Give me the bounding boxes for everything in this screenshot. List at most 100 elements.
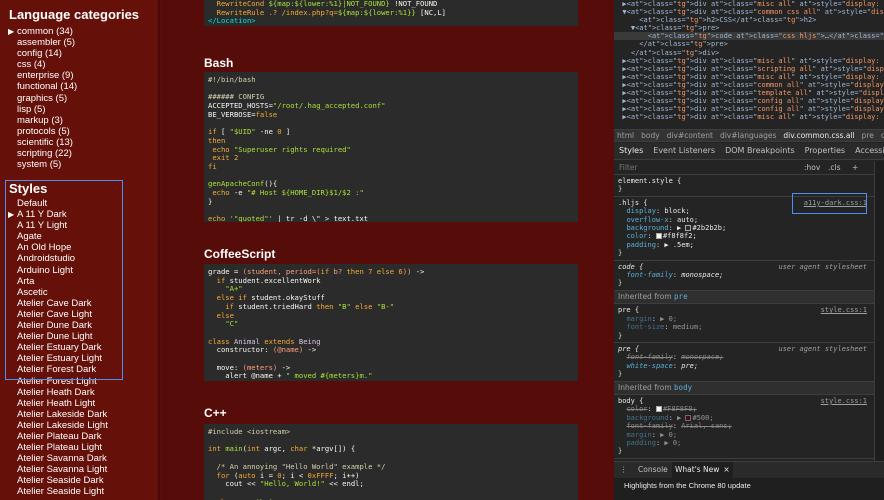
tab-properties[interactable]: Properties xyxy=(800,143,850,159)
style-item[interactable]: Ascetic xyxy=(0,287,158,298)
language-item[interactable]: config (14) xyxy=(0,48,158,59)
language-item[interactable]: functional (14) xyxy=(0,81,158,92)
dom-node[interactable]: </at">class="tg">pre> xyxy=(614,40,884,48)
css-declaration[interactable]: font-family: monospace; xyxy=(618,353,723,361)
breadcrumb-item[interactable]: div.common.css.all xyxy=(783,131,854,140)
hover-state-toggle[interactable]: :hov xyxy=(804,161,820,174)
language-item[interactable]: assembler (5) xyxy=(0,37,158,48)
style-item[interactable]: Atelier Plateau Light xyxy=(0,442,158,453)
dom-node[interactable]: ▶<at">class="tg">div at">class="config a… xyxy=(614,105,884,113)
dom-node[interactable]: ▶<at">class="tg">div at">class="template… xyxy=(614,89,884,97)
css-declaration[interactable]: background: ▶ #2b2b2b; xyxy=(618,224,726,232)
style-item[interactable]: Atelier Estuary Dark xyxy=(0,342,158,353)
style-item[interactable]: A 11 Y Light xyxy=(0,220,158,231)
style-item[interactable]: Agate xyxy=(0,231,158,242)
color-swatch[interactable] xyxy=(655,233,662,240)
language-item[interactable]: markup (3) xyxy=(0,115,158,126)
dom-node[interactable]: ▶<at">class="tg">div at">class="misc all… xyxy=(614,0,884,8)
dom-node[interactable]: </at">class="tg">div> xyxy=(614,49,884,57)
tab-console[interactable]: Console xyxy=(638,462,668,478)
dom-node[interactable]: ▶<at">class="tg">div at">class="config a… xyxy=(614,97,884,105)
breadcrumb-item[interactable]: body xyxy=(641,131,660,140)
tab-styles[interactable]: Styles xyxy=(614,143,648,159)
breadcrumb-item[interactable]: div#languages xyxy=(720,131,776,140)
css-declaration[interactable]: font-size: medium; xyxy=(618,323,702,331)
css-declaration[interactable]: font-family: Arial, sans; xyxy=(618,422,731,430)
elements-tree[interactable]: ▶<at">class="tg">div at">class="misc all… xyxy=(614,0,884,128)
dom-node[interactable]: ▼<at">class="tg">div at">class="common c… xyxy=(614,8,884,16)
color-swatch[interactable] xyxy=(655,406,662,413)
hljs-source-link[interactable]: a11y-dark.css:1 xyxy=(804,199,867,207)
rule-hljs[interactable]: .hljs {a11y-dark.css:1 display: block; o… xyxy=(614,197,874,261)
style-item[interactable]: ▶ A 11 Y Dark xyxy=(0,209,158,220)
dom-node[interactable]: ▶<at">class="tg">div at">class="scriptin… xyxy=(614,65,884,73)
css-declaration[interactable]: color: #F8F8F0; xyxy=(618,405,696,413)
style-item[interactable]: Atelier Plateau Dark xyxy=(0,431,158,442)
style-item[interactable]: An Old Hope xyxy=(0,242,158,253)
tab-dom-breakpoints[interactable]: DOM Breakpoints xyxy=(720,143,800,159)
tab-accessibility[interactable]: Accessibility xyxy=(850,143,884,159)
color-swatch[interactable] xyxy=(685,414,692,421)
style-item[interactable]: Atelier Seaside Light xyxy=(0,486,158,497)
css-declaration[interactable]: margin: ▶ 0; xyxy=(618,431,677,439)
language-item[interactable]: enterprise (9) xyxy=(0,70,158,81)
language-item[interactable]: ▶ common (34) xyxy=(0,26,158,37)
dom-node[interactable]: <at">class="tg">code at">class="css hljs… xyxy=(614,32,884,41)
css-declaration[interactable]: padding: ▶ 0; xyxy=(618,439,681,447)
style-item[interactable]: Atelier Forest Light xyxy=(0,376,158,387)
filter-input[interactable]: Filter xyxy=(619,161,638,174)
tab-event-listeners[interactable]: Event Listeners xyxy=(648,143,720,159)
color-swatch[interactable] xyxy=(685,225,692,232)
css-declaration[interactable]: padding: ▶ .5em; xyxy=(618,241,693,249)
drawer-menu-icon[interactable]: ⋮ xyxy=(620,462,628,478)
dom-node[interactable]: ▶<at">class="tg">div at">class="misc all… xyxy=(614,57,884,65)
tab-whats-new[interactable]: What's New × xyxy=(672,462,733,478)
css-declaration[interactable]: margin: ▶ 0; xyxy=(618,315,677,323)
css-declaration[interactable]: white-space: pre; xyxy=(618,362,698,370)
close-icon[interactable]: × xyxy=(723,465,729,474)
style-item[interactable]: Default xyxy=(0,198,158,209)
language-item[interactable]: css (4) xyxy=(0,59,158,70)
new-rule-button[interactable]: + xyxy=(852,161,858,174)
style-item[interactable]: Atelier Dune Light xyxy=(0,331,158,342)
language-item[interactable]: system (5) xyxy=(0,159,158,170)
style-item[interactable]: Atelier Forest Dark xyxy=(0,364,158,375)
style-item[interactable]: Atelier Savanna Light xyxy=(0,464,158,475)
dom-node[interactable]: ▼<at">class="tg">pre> xyxy=(614,24,884,32)
language-item[interactable]: protocols (5) xyxy=(0,126,158,137)
style-item[interactable]: Arduino Light xyxy=(0,265,158,276)
language-item[interactable]: graphics (5) xyxy=(0,93,158,104)
dom-node[interactable]: ▶<at">class="tg">div at">class="misc all… xyxy=(614,73,884,81)
rule-element-style[interactable]: element.style { } xyxy=(614,175,874,197)
dom-node[interactable]: ▶<at">class="tg">div at">class="common a… xyxy=(614,81,884,89)
style-item[interactable]: Atelier Heath Light xyxy=(0,398,158,409)
breadcrumb-item[interactable]: pre xyxy=(862,131,874,140)
style-item[interactable]: Atelier Estuary Light xyxy=(0,353,158,364)
css-declaration[interactable]: color: #f8f8f2; xyxy=(618,232,696,240)
css-declaration[interactable]: overflow-x: auto; xyxy=(618,216,698,224)
language-item[interactable]: lisp (5) xyxy=(0,104,158,115)
dom-node[interactable]: <at">class="tg">h2>CSS</at">class="tg">h… xyxy=(614,16,884,24)
pre-source-link[interactable]: style.css:1 xyxy=(821,306,867,314)
style-item[interactable]: Atelier Cave Dark xyxy=(0,298,158,309)
style-item[interactable]: Arta xyxy=(0,276,158,287)
language-item[interactable]: scientific (13) xyxy=(0,137,158,148)
rule-body[interactable]: body {style.css:1 color: #F8F8F0; backgr… xyxy=(614,395,874,459)
body-source-link[interactable]: style.css:1 xyxy=(821,397,867,405)
inherited-tag[interactable]: pre xyxy=(674,292,688,301)
style-item[interactable]: Atelier Savanna Dark xyxy=(0,453,158,464)
style-item[interactable]: Atelier Lakeside Light xyxy=(0,420,158,431)
css-declaration[interactable]: background: ▶ #500; xyxy=(618,414,713,422)
style-item[interactable]: Atelier Lakeside Dark xyxy=(0,409,158,420)
breadcrumb-item[interactable]: html xyxy=(617,131,634,140)
breadcrumb-item[interactable]: div#content xyxy=(667,131,713,140)
language-item[interactable]: scripting (22) xyxy=(0,148,158,159)
rule-pre[interactable]: pre {style.css:1 margin: ▶ 0; font-size:… xyxy=(614,304,874,343)
dom-node[interactable]: ▶<at">class="tg">div at">class="misc all… xyxy=(614,113,884,121)
style-item[interactable]: Atelier Seaside Dark xyxy=(0,475,158,486)
style-item[interactable]: Atelier Heath Dark xyxy=(0,387,158,398)
style-item[interactable]: Atelier Cave Light xyxy=(0,309,158,320)
class-toggle[interactable]: .cls xyxy=(828,161,841,174)
style-item[interactable]: Androidstudio xyxy=(0,253,158,264)
css-declaration[interactable]: display: block; xyxy=(618,207,689,215)
